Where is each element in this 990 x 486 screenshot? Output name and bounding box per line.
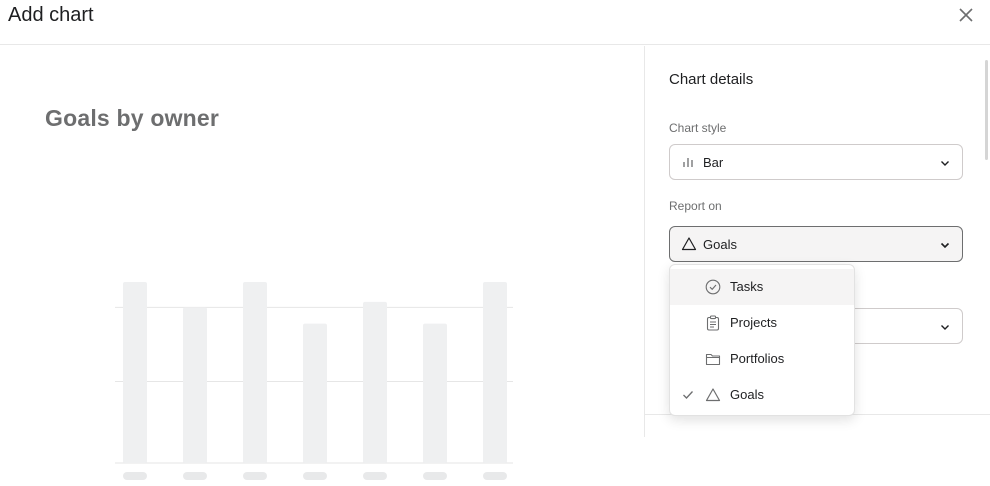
chevron-down-icon [940,242,950,249]
report-on-label: Report on [669,199,722,213]
chart-style-select[interactable]: Bar [669,144,963,180]
dialog-title: Add chart [8,4,94,26]
menu-item-tasks[interactable]: Tasks [670,269,854,305]
clipboard-icon [706,315,720,331]
goal-triangle-icon [705,388,721,402]
bar-chart-icon [683,158,693,167]
x-tick-label-placeholder [243,472,267,480]
menu-item-projects[interactable]: Projects [670,305,854,341]
chart-bar [423,323,447,463]
chevron-down-icon [941,325,949,330]
menu-item-goals[interactable]: Goals [670,377,854,413]
x-tick-label-placeholder [183,472,207,480]
chart-placeholder [115,282,513,480]
x-tick-label-placeholder [303,472,327,480]
chart-bar [483,282,507,463]
details-scrollbar[interactable] [985,60,988,160]
folder-icon [705,353,721,366]
menu-item-label: Tasks [730,279,764,294]
x-tick-label-placeholder [483,472,507,480]
chart-bar [363,301,387,463]
chevron-down-icon [941,161,949,166]
menu-item-label: Projects [730,315,777,330]
close-icon[interactable] [956,5,976,25]
check-circle-icon [705,279,721,295]
x-tick-label-placeholder [423,472,447,480]
chart-bar [183,307,207,463]
x-tick-label-placeholder [363,472,387,480]
chart-preview-title: Goals by owner [45,105,220,131]
goal-triangle-icon [681,237,697,251]
menu-item-label: Portfolios [730,351,785,366]
report-on-value: Goals [703,237,737,252]
chart-style-label: Chart style [669,121,727,135]
chart-bar [303,323,327,463]
x-tick-label-placeholder [123,472,147,480]
checkmark-icon [683,391,693,399]
chart-details-heading: Chart details [669,71,754,88]
chart-style-value: Bar [703,155,724,170]
chart-bar [243,282,267,463]
chart-preview-pane: Goals by owner [0,46,644,480]
report-on-dropdown: Tasks Projects Portfolios Goals [669,264,855,416]
dialog-header: Add chart [0,0,990,45]
report-on-select[interactable]: Goals [669,226,963,262]
menu-item-label: Goals [730,387,764,402]
chart-bar [123,282,147,463]
menu-item-portfolios[interactable]: Portfolios [670,341,854,377]
